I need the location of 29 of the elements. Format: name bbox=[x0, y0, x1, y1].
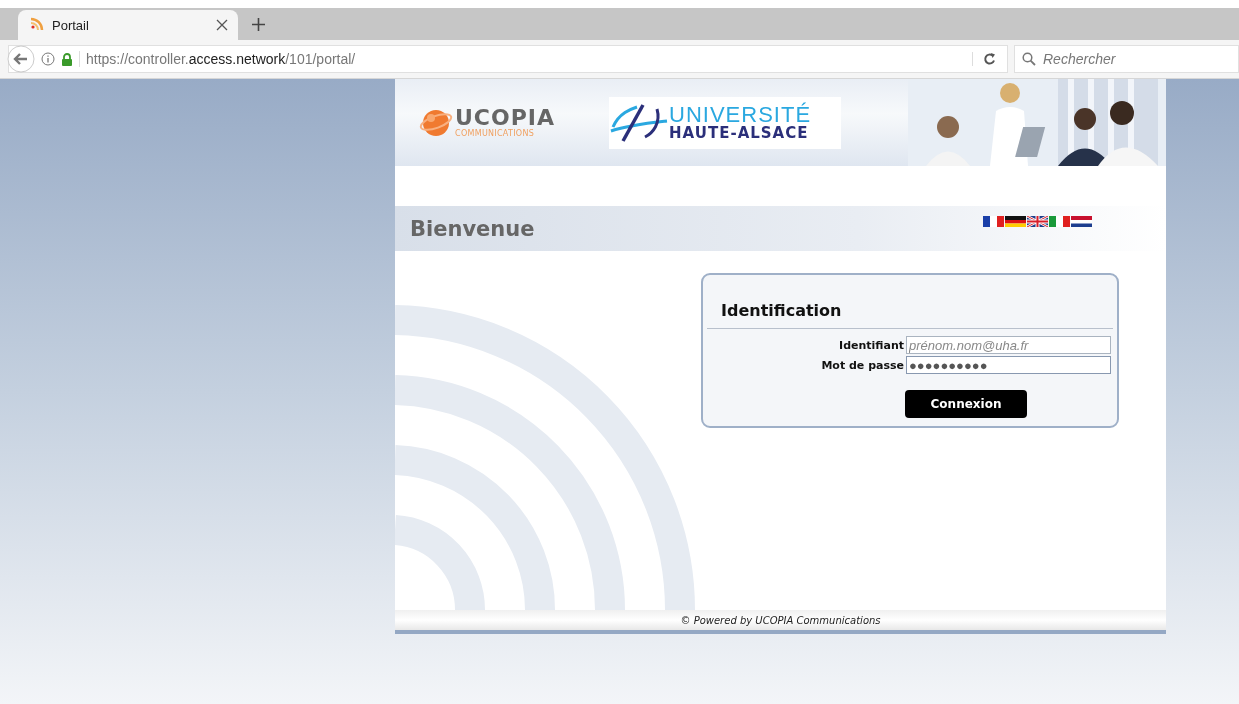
reload-icon[interactable] bbox=[972, 52, 997, 66]
welcome-title: Bienvenue bbox=[410, 216, 536, 241]
info-icon[interactable] bbox=[41, 52, 55, 66]
flag-icon[interactable] bbox=[1071, 216, 1092, 227]
university-name: UNIVERSITÉ bbox=[669, 103, 812, 125]
globe-icon bbox=[419, 107, 453, 138]
brand-name: UCOPIA bbox=[455, 107, 556, 129]
login-button[interactable]: Connexion bbox=[905, 390, 1027, 418]
field-label: Identifiant bbox=[839, 338, 904, 352]
field-label: Mot de passe bbox=[821, 358, 904, 372]
university-region: HAUTE-ALSACE bbox=[669, 124, 810, 142]
close-icon[interactable] bbox=[216, 19, 228, 31]
favicon-icon bbox=[28, 17, 44, 33]
address-bar[interactable]: https://controller.access.network/101/portal/ bbox=[8, 45, 1008, 73]
lock-icon bbox=[61, 52, 73, 66]
url-text: https://controller.access.network/101/portal/ bbox=[79, 51, 356, 67]
input-field[interactable]: ●●●●●●●●●● bbox=[906, 356, 1111, 374]
flag-icon[interactable] bbox=[1005, 216, 1026, 227]
search-field[interactable]: Rechercher bbox=[1014, 45, 1239, 73]
new-tab-icon[interactable] bbox=[252, 18, 265, 31]
tab-title: Portail bbox=[52, 17, 90, 33]
browser-tab[interactable]: Portail bbox=[18, 10, 238, 40]
brand-tagline: COMMUNICATIONS bbox=[455, 129, 536, 138]
login-title: Identification bbox=[707, 275, 1113, 329]
input-field[interactable]: prénom.nom@uha.fr bbox=[906, 336, 1111, 354]
footer-text: © Powered by UCOPIA Communications bbox=[680, 614, 881, 626]
flag-icon[interactable] bbox=[983, 216, 1004, 227]
emblem-icon bbox=[609, 102, 670, 143]
back-icon[interactable] bbox=[7, 45, 35, 73]
